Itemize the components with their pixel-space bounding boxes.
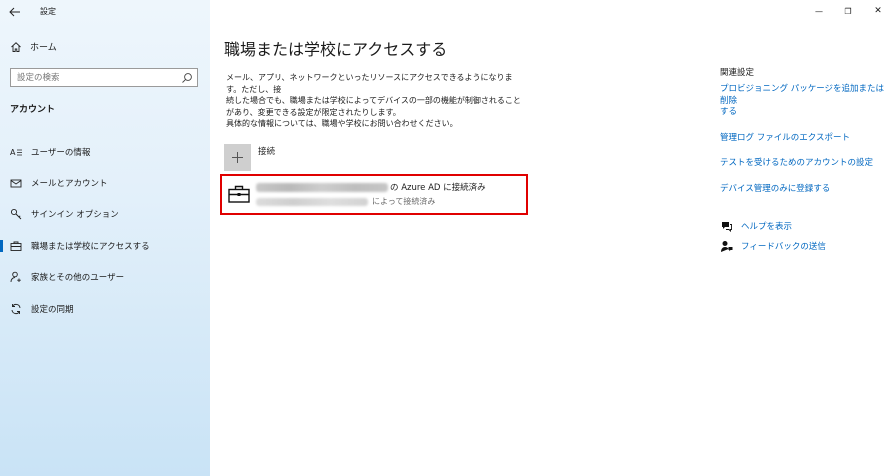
search-icon bbox=[182, 73, 192, 83]
help-chat-icon bbox=[720, 220, 733, 233]
sidebar-item-label: ユーザーの情報 bbox=[31, 147, 91, 158]
sidebar-item-signin[interactable]: サインイン オプション bbox=[0, 199, 210, 230]
account-connected-by: によって接続済み bbox=[372, 197, 436, 206]
briefcase-icon bbox=[10, 240, 22, 252]
back-button[interactable] bbox=[8, 5, 22, 19]
briefcase-icon bbox=[228, 185, 250, 203]
home-icon bbox=[10, 41, 22, 53]
mail-icon bbox=[10, 177, 22, 189]
related-settings: 関連設定 プロビジョニング パッケージを追加または削除 する 管理ログ ファイル… bbox=[720, 66, 886, 209]
feedback-icon bbox=[720, 240, 733, 253]
plus-icon bbox=[224, 144, 251, 171]
search-input[interactable] bbox=[11, 69, 171, 86]
close-button[interactable]: ✕ bbox=[870, 4, 886, 18]
sync-icon bbox=[10, 303, 22, 315]
connect-button[interactable]: 接続 bbox=[224, 144, 275, 171]
connect-label: 接続 bbox=[258, 147, 276, 157]
redacted-account-email bbox=[256, 198, 368, 206]
link-export-logs[interactable]: 管理ログ ファイルのエクスポート bbox=[720, 133, 886, 145]
sidebar-home[interactable]: ホーム bbox=[10, 40, 57, 53]
restore-button[interactable]: ❐ bbox=[840, 4, 856, 18]
help-section: ヘルプを表示 フィードバックの送信 bbox=[720, 216, 826, 256]
link-test-account[interactable]: テストを受けるためのアカウントの設定 bbox=[720, 158, 886, 170]
sidebar-nav: A ユーザーの情報 メールとアカウント サインイン オプション 職場または学校に… bbox=[0, 136, 210, 324]
sidebar-item-sync[interactable]: 設定の同期 bbox=[0, 293, 210, 324]
search-box[interactable] bbox=[10, 68, 198, 87]
sidebar-item-user-info[interactable]: A ユーザーの情報 bbox=[0, 136, 210, 167]
key-icon bbox=[10, 208, 22, 220]
page-title: 職場または学校にアクセスする bbox=[224, 40, 448, 59]
app-title: 設定 bbox=[40, 7, 56, 16]
connected-account[interactable]: の Azure AD に接続済み によって接続済み bbox=[220, 174, 528, 215]
svg-text:A: A bbox=[10, 148, 16, 157]
redacted-organization-name bbox=[256, 183, 388, 192]
description: メール、アプリ、ネットワークといったリソースにアクセスできるようになります。ただ… bbox=[226, 72, 526, 130]
description-line: メール、アプリ、ネットワークといったリソースにアクセスできるようになります。ただ… bbox=[226, 73, 513, 94]
close-icon: ✕ bbox=[874, 6, 882, 16]
sidebar-item-label: 設定の同期 bbox=[31, 304, 74, 315]
sidebar-item-label: 職場または学校にアクセスする bbox=[31, 241, 150, 252]
feedback-link[interactable]: フィードバックの送信 bbox=[720, 236, 826, 256]
sidebar-item-work-school[interactable]: 職場または学校にアクセスする bbox=[0, 230, 210, 261]
help-link[interactable]: ヘルプを表示 bbox=[720, 216, 826, 236]
sidebar-item-label: サインイン オプション bbox=[31, 210, 119, 221]
feedback-label: フィードバックの送信 bbox=[741, 242, 826, 252]
description-line: 具体的な情報については、職場や学校にお問い合わせください。 bbox=[226, 119, 458, 128]
minimize-icon: — bbox=[815, 6, 823, 16]
user-card-icon: A bbox=[10, 146, 22, 158]
back-arrow-icon bbox=[9, 7, 20, 17]
description-line: があり、変更できる設定が限定されたりします。 bbox=[226, 107, 401, 117]
sidebar-item-email[interactable]: メールとアカウント bbox=[0, 167, 210, 198]
link-device-management[interactable]: デバイス管理のみに登録する bbox=[720, 184, 886, 196]
account-status: の Azure AD に接続済み bbox=[390, 183, 486, 193]
link-provisioning-package[interactable]: プロビジョニング パッケージを追加または削除 する bbox=[720, 84, 886, 119]
minimize-button[interactable]: — bbox=[811, 4, 827, 18]
sidebar-item-label: 家族とその他のユーザー bbox=[31, 273, 125, 284]
related-settings-heading: 関連設定 bbox=[720, 68, 755, 78]
person-add-icon bbox=[10, 271, 22, 283]
section-label: アカウント bbox=[10, 105, 56, 115]
sidebar-item-family[interactable]: 家族とその他のユーザー bbox=[0, 262, 210, 293]
description-line: 続した場合でも、職場または学校によってデバイスの一部の機能が制御されること bbox=[226, 96, 521, 105]
sidebar: 設定 ホーム アカウント A ユーザーの情報 メールとアカウント bbox=[0, 0, 210, 476]
home-label: ホーム bbox=[30, 43, 57, 53]
restore-icon: ❐ bbox=[844, 6, 852, 16]
help-label: ヘルプを表示 bbox=[741, 222, 793, 232]
sidebar-item-label: メールとアカウント bbox=[31, 179, 108, 190]
